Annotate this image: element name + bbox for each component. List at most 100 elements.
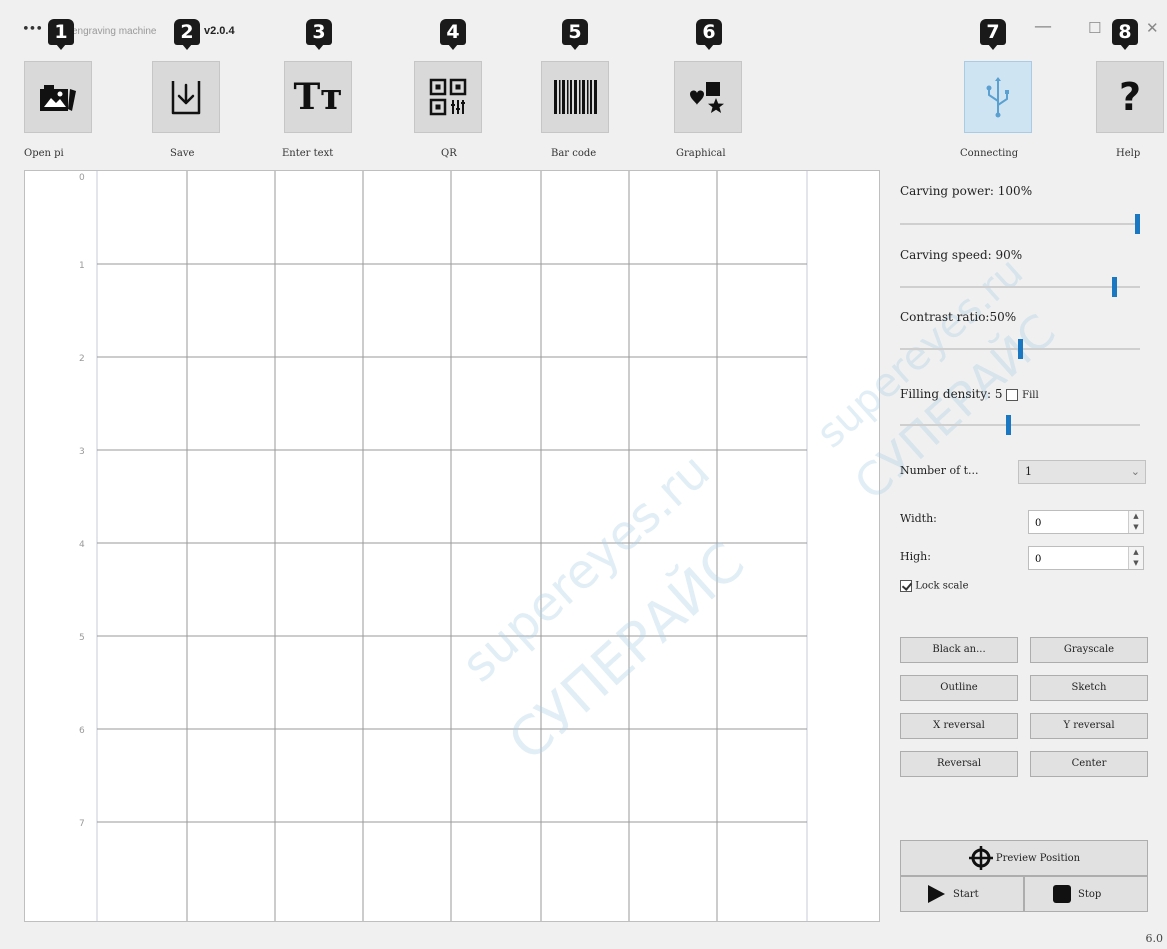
help-icon: ? — [1118, 75, 1142, 119]
y-tick-label: 5 — [79, 633, 85, 643]
open-picture-button[interactable] — [24, 61, 92, 133]
callout-marker-5: 5 — [562, 19, 588, 50]
qr-button[interactable] — [414, 61, 482, 133]
stop-label: Stop — [1078, 888, 1102, 900]
fill-checkbox[interactable] — [1006, 388, 1019, 401]
open-picture-icon — [40, 85, 76, 111]
preview-position-button[interactable]: Preview Position — [900, 840, 1148, 876]
y-reversal-button[interactable]: Y reversal — [1030, 713, 1148, 739]
carving-power-slider[interactable] — [900, 214, 1140, 234]
shapes-icon — [690, 82, 724, 113]
qr-label: QR — [441, 148, 457, 159]
sketch-button[interactable]: Sketch — [1030, 675, 1148, 701]
center-button[interactable]: Center — [1030, 751, 1148, 777]
save-label: Save — [170, 148, 195, 159]
callout-marker-6: 6 — [696, 19, 722, 50]
lock-scale-row[interactable]: Lock scale — [900, 580, 969, 592]
number-of-times-select[interactable]: 1 ⌄ — [1018, 460, 1146, 484]
version-label: 6.0 — [1145, 932, 1164, 945]
x-reversal-button[interactable]: X reversal — [900, 713, 1018, 739]
enter-text-button[interactable]: Tт — [284, 61, 352, 133]
lock-scale-label: Lock scale — [915, 580, 969, 592]
outline-button[interactable]: Outline — [900, 675, 1018, 701]
high-stepper[interactable]: ▲ ▼ — [1128, 547, 1143, 569]
engraving-canvas[interactable]: 0 1 2 3 4 5 6 7 — [24, 170, 880, 922]
close-button[interactable]: ✕ — [1146, 19, 1159, 37]
y-tick-label: 0 — [79, 173, 85, 183]
stepper-up-icon[interactable]: ▲ — [1129, 547, 1143, 558]
stop-icon — [1053, 885, 1071, 903]
number-of-times-value: 1 — [1025, 465, 1032, 478]
save-icon — [171, 81, 201, 115]
callout-marker-3: 3 — [306, 19, 332, 50]
callout-marker-1: 1 — [48, 19, 74, 50]
connecting-label: Connecting — [960, 148, 1019, 159]
usb-icon — [986, 77, 1009, 118]
canvas-grid: 0 1 2 3 4 5 6 7 — [79, 171, 808, 921]
high-field[interactable]: ▲▼ — [1028, 546, 1144, 571]
help-label: Help — [1116, 148, 1141, 159]
y-tick-label: 7 — [79, 819, 85, 829]
stepper-down-icon[interactable]: ▼ — [1129, 522, 1143, 533]
graphical-label: Graphical — [676, 148, 726, 159]
black-white-button[interactable]: Black an... — [900, 637, 1018, 663]
open-picture-label: Open pi — [24, 148, 64, 159]
connecting-button[interactable] — [964, 61, 1032, 133]
start-button[interactable]: Start — [900, 876, 1024, 912]
carving-speed-slider[interactable] — [900, 277, 1140, 297]
callout-marker-4: 4 — [440, 19, 466, 50]
window-version: v2.0.4 — [204, 25, 235, 37]
carving-speed-label: Carving speed: 90% — [900, 248, 1023, 262]
reversal-button[interactable]: Reversal — [900, 751, 1018, 777]
contrast-ratio-label: Contrast ratio:50% — [900, 310, 1017, 324]
barcode-icon — [554, 80, 597, 114]
carving-power-thumb[interactable] — [1135, 214, 1140, 234]
filling-density-slider[interactable] — [900, 415, 1140, 435]
y-tick-label: 2 — [79, 354, 85, 364]
text-icon: Tт — [293, 76, 343, 118]
number-of-times-label: Number of t... — [900, 464, 979, 477]
window-title: engraving machine — [72, 26, 157, 37]
save-button[interactable] — [152, 61, 220, 133]
stepper-up-icon[interactable]: ▲ — [1129, 511, 1143, 522]
filling-density-thumb[interactable] — [1006, 415, 1011, 435]
high-label: High: — [900, 550, 931, 563]
y-tick-label: 1 — [79, 261, 85, 271]
fill-checkbox-label: Fill — [1022, 390, 1039, 401]
width-stepper[interactable]: ▲ ▼ — [1128, 511, 1143, 533]
y-tick-label: 4 — [79, 540, 85, 550]
filling-density-text: Filling density: 5 — [900, 387, 1003, 401]
contrast-ratio-slider[interactable] — [900, 339, 1140, 359]
enter-text-label: Enter text — [282, 148, 334, 159]
width-input[interactable] — [1033, 512, 1125, 535]
maximize-button[interactable]: ☐ — [1088, 19, 1101, 37]
app-menu-icon[interactable]: ••• — [22, 22, 43, 37]
minimize-button[interactable]: — — [1034, 16, 1052, 37]
chevron-down-icon: ⌄ — [1130, 465, 1140, 478]
qr-icon — [429, 78, 467, 116]
graphical-button[interactable] — [674, 61, 742, 133]
help-button[interactable]: ? — [1096, 61, 1164, 133]
bar-code-button[interactable] — [541, 61, 609, 133]
preview-position-label: Preview Position — [995, 852, 1081, 864]
settings-panel: Carving power: 100% Carving speed: 90% C… — [896, 170, 1151, 930]
crosshair-icon — [968, 846, 993, 870]
width-field[interactable]: ▲▼ — [1028, 510, 1144, 535]
contrast-ratio-thumb[interactable] — [1018, 339, 1023, 359]
lock-scale-checkbox[interactable] — [900, 580, 912, 592]
callout-marker-2: 2 — [174, 19, 200, 50]
y-tick-label: 6 — [79, 726, 85, 736]
stop-button[interactable]: Stop — [1024, 876, 1148, 912]
y-tick-label: 3 — [79, 447, 85, 457]
carving-speed-thumb[interactable] — [1112, 277, 1117, 297]
bar-code-label: Bar code — [551, 148, 597, 159]
play-icon — [928, 885, 945, 903]
callout-marker-8: 8 — [1112, 19, 1138, 50]
grayscale-button[interactable]: Grayscale — [1030, 637, 1148, 663]
high-input[interactable] — [1033, 548, 1125, 571]
carving-power-label: Carving power: 100% — [900, 184, 1033, 198]
filling-density-label: Filling density: 5 Fill — [900, 387, 1039, 401]
start-label: Start — [953, 888, 979, 900]
stepper-down-icon[interactable]: ▼ — [1129, 558, 1143, 569]
callout-marker-7: 7 — [980, 19, 1006, 50]
